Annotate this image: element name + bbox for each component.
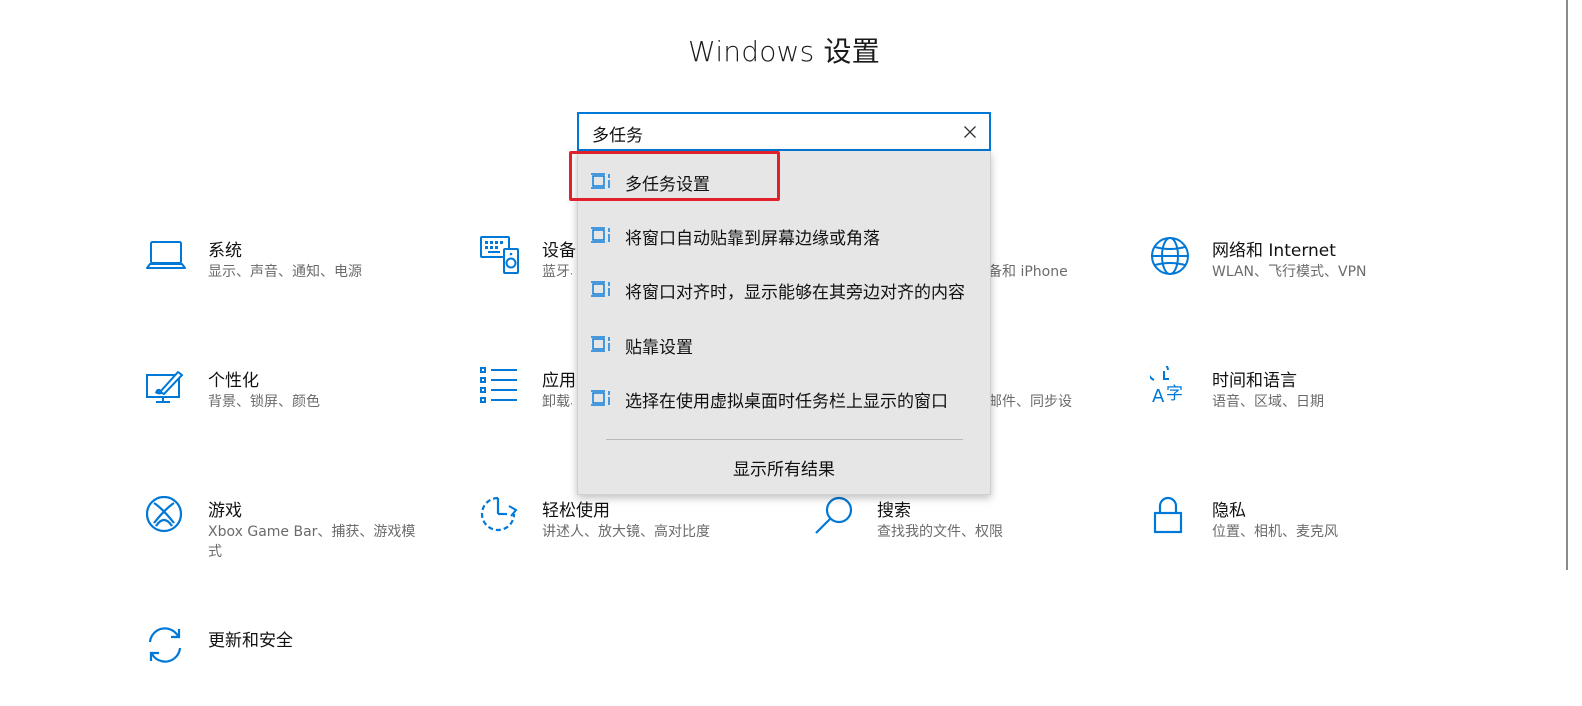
tile-title: 设备 [542, 241, 576, 261]
suggestion-label: 将窗口自动贴靠到屏幕边缘或角落 [625, 229, 880, 249]
suggestion-label: 贴靠设置 [625, 338, 693, 358]
tile-network[interactable]: 网络和 Internet WLAN、飞行模式、VPN [1150, 236, 1450, 316]
svg-text:字: 字 [1166, 384, 1183, 404]
tile-description: 蓝牙、 [542, 264, 572, 280]
tile-description: 讲述人、放大镜、高对比度 [542, 524, 710, 540]
tile-title: 更新和安全 [208, 631, 293, 651]
vertical-scrollbar[interactable] [1566, 0, 1568, 570]
tile-personalization[interactable]: 个性化 背景、锁屏、颜色 [146, 366, 446, 446]
page-title: Windows 设置 [688, 35, 880, 68]
globe-icon [1150, 236, 1192, 278]
suggestion-item[interactable]: 将窗口自动贴靠到屏幕边缘或角落 [578, 215, 990, 255]
suggestion-item[interactable]: 贴靠设置 [578, 324, 990, 364]
close-icon[interactable] [961, 123, 979, 141]
suggestion-item[interactable]: 多任务设置 [578, 161, 990, 201]
tile-title: 个性化 [208, 371, 259, 391]
tile-description: 位置、相机、麦克风 [1212, 524, 1338, 540]
tile-description: 背景、锁屏、颜色 [208, 394, 320, 410]
multitasking-icon [590, 279, 612, 299]
tile-title: 网络和 Internet [1212, 241, 1336, 261]
search-suggestions-dropdown: 多任务设置 将窗口自动贴靠到屏幕边缘或角落 将窗口对齐时，显示能够在其旁边对齐的… [569, 151, 991, 495]
dropdown-divider [606, 439, 963, 440]
lock-icon [1150, 496, 1192, 538]
svg-text:A: A [1152, 386, 1165, 407]
tile-time-language[interactable]: A 字 时间和语言 语音、区域、日期 [1150, 366, 1450, 446]
update-icon [146, 626, 188, 668]
tile-description: 语音、区域、日期 [1212, 394, 1324, 410]
devices-icon [480, 236, 522, 278]
tile-system[interactable]: 系统 显示、声音、通知、电源 [146, 236, 446, 316]
suggestion-item[interactable]: 选择在使用虚拟桌面时任务栏上显示的窗口 [578, 378, 990, 418]
search-input-value: 多任务 [592, 126, 643, 146]
tile-privacy[interactable]: 隐私 位置、相机、麦克风 [1150, 496, 1450, 576]
tile-description: Xbox Game Bar、捕获、游戏模式 [208, 524, 416, 560]
multitasking-icon [590, 388, 612, 408]
tile-title: 应用 [542, 371, 576, 391]
ease-of-access-icon [480, 496, 522, 538]
tile-gaming[interactable]: 游戏 Xbox Game Bar、捕获、游戏模式 [146, 496, 446, 576]
tile-ease-of-access[interactable]: 轻松使用 讲述人、放大镜、高对比度 [480, 496, 780, 576]
tile-title: 时间和语言 [1212, 371, 1297, 391]
apps-icon [480, 366, 522, 408]
tile-description: 显示、声音、通知、电源 [208, 264, 362, 280]
laptop-icon [146, 236, 188, 278]
tile-title: 系统 [208, 241, 242, 261]
show-all-results-link[interactable]: 显示所有结果 [578, 455, 990, 480]
tile-update-security[interactable]: 更新和安全 [146, 626, 446, 706]
multitasking-icon [590, 334, 612, 354]
multitasking-icon [590, 171, 612, 191]
personalization-icon [146, 366, 188, 408]
time-language-icon: A 字 [1150, 366, 1192, 408]
tile-title: 游戏 [208, 501, 242, 521]
suggestion-label: 将窗口对齐时，显示能够在其旁边对齐的内容 [625, 283, 965, 303]
tile-search[interactable]: 搜索 查找我的文件、权限 [815, 496, 1115, 576]
tile-title: 隐私 [1212, 501, 1246, 521]
tile-description: 卸载、 [542, 394, 572, 410]
suggestion-label: 多任务设置 [625, 175, 710, 195]
suggestion-label: 选择在使用虚拟桌面时任务栏上显示的窗口 [625, 392, 948, 412]
suggestion-item[interactable]: 将窗口对齐时，显示能够在其旁边对齐的内容 [578, 269, 990, 309]
multitasking-icon [590, 225, 612, 245]
tile-title: 轻松使用 [542, 501, 610, 521]
search-input[interactable]: 多任务 [577, 112, 991, 151]
xbox-icon [146, 496, 188, 538]
search-icon [815, 496, 857, 538]
tile-description: 查找我的文件、权限 [877, 524, 1003, 540]
tile-title: 搜索 [877, 501, 911, 521]
tile-description: WLAN、飞行模式、VPN [1212, 264, 1367, 280]
